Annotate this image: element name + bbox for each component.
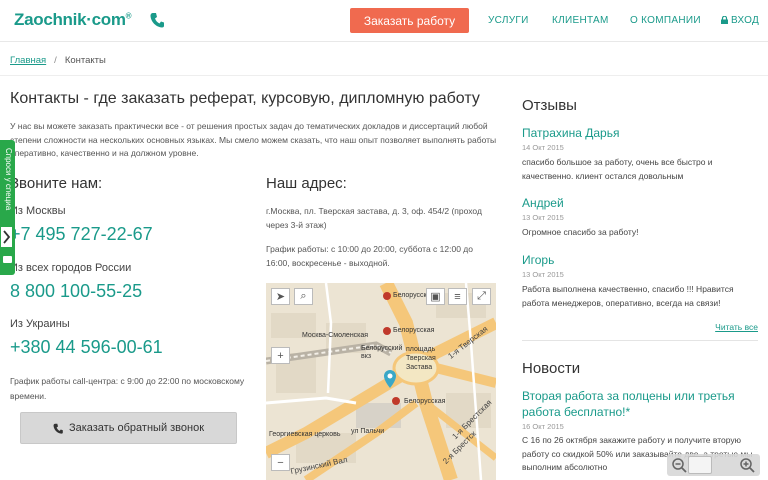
phone-label-moscow: Из Москвы (10, 205, 66, 217)
locate-icon[interactable]: ➤ (271, 288, 290, 305)
callback-button[interactable]: Заказать обратный звонок (20, 412, 237, 444)
news-date: 16 Окт 2015 (522, 422, 564, 431)
map-label-station: Белорусский вкз (361, 345, 403, 360)
ruler-icon[interactable]: ▣ (426, 288, 445, 305)
ask-specialist-label: Спроси у специа (4, 148, 13, 211)
map-label-street: ул Пальчи (351, 428, 385, 435)
phone-moscow[interactable]: +7 495 727-22-67 (10, 224, 153, 245)
office-schedule: График работы: с 10:00 до 20:00, суббота… (266, 244, 473, 268)
review-text: Огромное спасибо за работу! (522, 227, 639, 237)
map-zoom-out-button[interactable]: − (271, 454, 290, 471)
map-label-church: Георгиевская церковь (269, 431, 341, 438)
logo-reg: ® (125, 11, 132, 21)
phone-label-ukraine: Из Украины (10, 318, 70, 330)
phone-icon (53, 423, 63, 434)
fullscreen-icon[interactable]: ⤢ (472, 288, 491, 305)
review-author[interactable]: Андрей (522, 196, 564, 210)
phone-icon[interactable] (150, 12, 164, 28)
breadcrumb-separator: / (54, 55, 57, 66)
review-author[interactable]: Игорь (522, 253, 554, 267)
login-label: ВХОД (731, 15, 760, 26)
site-header: Zaochnik·com® Заказать работу УСЛУГИ КЛИ… (0, 0, 768, 42)
news-headline[interactable]: Вторая работа за полцены или третья рабо… (522, 388, 762, 420)
review-date: 13 Окт 2015 (522, 270, 564, 279)
breadcrumb-home[interactable]: Главная (10, 55, 46, 66)
nav-services[interactable]: УСЛУГИ (488, 15, 529, 26)
page-title: Контакты - где заказать реферат, курсову… (10, 90, 480, 107)
breadcrumb-current: Контакты (64, 55, 106, 66)
layers-icon[interactable]: ≡ (448, 288, 467, 305)
read-all-reviews-link[interactable]: Читать все (715, 322, 758, 332)
map-search-icon[interactable]: ⌕ (294, 288, 313, 305)
map-zoom-in-button[interactable]: + (271, 347, 290, 364)
chevron-right-icon[interactable] (0, 226, 13, 248)
map-label-belorusskaya: Белорусская (393, 327, 435, 334)
news-title: Новости (522, 360, 581, 377)
login-link[interactable]: ВХОД (721, 15, 759, 26)
map-label-street: Москва-Смоленская (302, 332, 369, 339)
phone-label-russia: Из всех городов России (10, 262, 132, 274)
review-text: спасибо большое за работу, очень все быс… (522, 157, 713, 181)
intro-text: У нас вы можете заказать практически все… (10, 121, 497, 158)
call-center-hours: График работы call-центра: с 9:00 до 22:… (10, 376, 245, 401)
logo-suffix: com (91, 10, 126, 29)
zoom-in-icon[interactable] (739, 457, 755, 473)
logo-text: Zaochnik (14, 10, 87, 29)
logo[interactable]: Zaochnik·com® (14, 10, 132, 30)
zoom-out-icon[interactable] (671, 457, 687, 473)
nav-about[interactable]: О КОМПАНИИ (630, 15, 701, 26)
review-date: 14 Окт 2015 (522, 143, 564, 152)
call-heading: Звоните нам: (10, 175, 103, 192)
map-label-square: площадь Тверская Застава (406, 346, 436, 371)
order-work-button[interactable]: Заказать работу (350, 8, 469, 33)
lock-icon (721, 16, 728, 24)
map-label-belorusskaya: Белорусская (404, 398, 446, 405)
nav-clients[interactable]: КЛИЕНТАМ (552, 15, 609, 26)
chat-icon[interactable] (3, 256, 12, 263)
reviews-title: Отзывы (522, 97, 577, 114)
breadcrumb: Главная / Контакты (10, 55, 106, 66)
callback-label: Заказать обратный звонок (68, 422, 205, 434)
phone-russia[interactable]: 8 800 100-55-25 (10, 281, 142, 302)
page-zoom-control[interactable] (667, 454, 760, 476)
address-text: г.Москва, пл. Тверская застава, д. 3, оф… (266, 206, 482, 230)
zoom-slider-thumb[interactable] (688, 456, 712, 474)
map[interactable]: Белорусская Белорусская Москва-Смоленска… (266, 283, 496, 480)
review-date: 13 Окт 2015 (522, 213, 564, 222)
address-heading: Наш адрес: (266, 175, 347, 192)
divider (522, 340, 758, 341)
review-author[interactable]: Патрахина Дарья (522, 126, 619, 140)
phone-ukraine[interactable]: +380 44 596-00-61 (10, 337, 163, 358)
divider (0, 75, 768, 76)
review-text: Работа выполнена качественно, спасибо !!… (522, 284, 734, 308)
